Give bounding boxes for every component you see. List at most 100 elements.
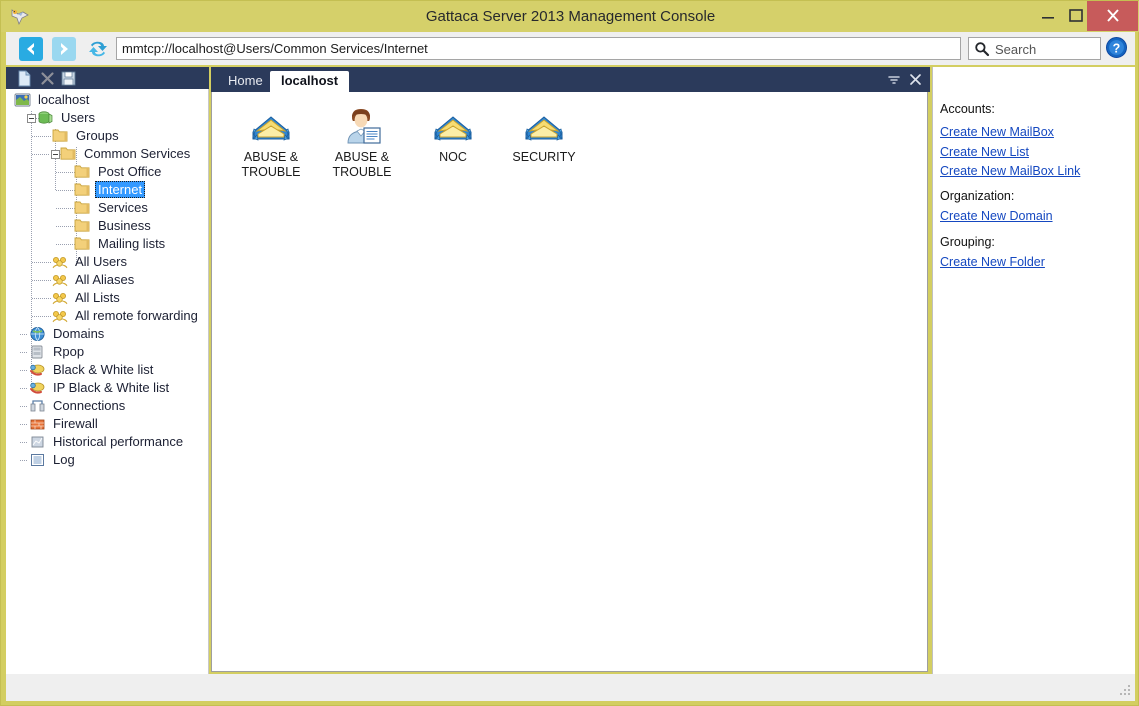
tree-connector	[20, 388, 28, 389]
tree-item-label: Common Services	[81, 145, 193, 162]
svg-text:?: ?	[1113, 41, 1121, 55]
tree-item-label: Domains	[50, 325, 107, 342]
actions-group-accounts-title: Accounts:	[940, 102, 995, 116]
tree-item-services[interactable]: Services	[74, 199, 151, 217]
mailbox-user-icon	[340, 106, 384, 146]
group-users-icon	[51, 254, 69, 271]
refresh-icon[interactable]	[85, 36, 111, 62]
tree-item-business[interactable]: Business	[74, 217, 154, 235]
globe-icon	[29, 326, 47, 343]
tree-connector	[20, 334, 28, 335]
folder-icon	[74, 164, 92, 181]
performance-chart-icon	[29, 434, 47, 451]
tree-item-domains[interactable]: Domains	[29, 325, 107, 343]
tree-item-groups[interactable]: Groups	[52, 127, 122, 145]
tree-item-label: Firewall	[50, 415, 101, 432]
tree-item-mailing-lists[interactable]: Mailing lists	[74, 235, 168, 253]
actions-group-grouping-title: Grouping:	[940, 235, 995, 249]
tab-home[interactable]: Home	[217, 71, 274, 92]
tree-item-label: Historical performance	[50, 433, 186, 450]
group-users-icon	[51, 272, 69, 289]
save-disk-icon[interactable]	[60, 70, 77, 87]
tree-connector	[56, 208, 75, 209]
create-new-mailbox-link-link[interactable]: Create New MailBox Link	[940, 164, 1080, 178]
tree-item-ip-black-white-list[interactable]: IP Black & White list	[29, 379, 172, 397]
tree-connector	[20, 370, 28, 371]
folder-icon	[52, 128, 70, 145]
create-new-folder-link[interactable]: Create New Folder	[940, 255, 1045, 269]
tree-item-label: Business	[95, 217, 154, 234]
list-item[interactable]: ABUSE & TROUBLE	[226, 106, 316, 180]
tree-connector	[56, 244, 75, 245]
list-item-label: ABUSE & TROUBLE	[317, 150, 407, 180]
close-button[interactable]	[1087, 1, 1138, 31]
help-question-icon[interactable]: ?	[1105, 36, 1128, 59]
content-area[interactable]: ABUSE & TROUBLE ABUSE & TROUBLE	[211, 92, 928, 672]
tree-connector	[56, 226, 75, 227]
tree-item-label: Services	[95, 199, 151, 216]
folder-icon	[74, 182, 92, 199]
group-users-icon	[51, 308, 69, 325]
tree-expander-users[interactable]	[27, 114, 36, 123]
back-arrow-icon[interactable]	[18, 36, 44, 62]
tree-item-historical-performance[interactable]: Historical performance	[29, 433, 186, 451]
tab-list-chevron-icon[interactable]	[886, 72, 902, 88]
tab-localhost[interactable]: localhost	[270, 71, 349, 92]
tree-item-rpop[interactable]: Rpop	[29, 343, 87, 361]
create-new-mailbox-link[interactable]: Create New MailBox	[940, 125, 1054, 139]
tree-item-post-office[interactable]: Post Office	[74, 163, 164, 181]
tree-connector	[32, 262, 52, 263]
resize-grip-icon[interactable]	[1118, 685, 1131, 698]
address-input[interactable]	[116, 37, 961, 60]
group-users-icon	[51, 290, 69, 307]
tree-item-black-white-list[interactable]: Black & White list	[29, 361, 156, 379]
tree-item-label: All Lists	[72, 289, 123, 306]
page-title: Gattaca Server 2013 Management Console	[1, 1, 1139, 32]
list-item[interactable]: NOC	[408, 106, 498, 165]
search-box[interactable]	[968, 37, 1101, 60]
tree-item-localhost[interactable]: localhost	[14, 91, 92, 109]
tree-item-label: localhost	[35, 91, 92, 108]
list-item[interactable]: ABUSE & TROUBLE	[317, 106, 407, 180]
tree-item-firewall[interactable]: Firewall	[29, 415, 101, 433]
tree-item-label: Users	[58, 109, 98, 126]
tree-item-all-lists[interactable]: All Lists	[51, 289, 123, 307]
mailbox-link-icon	[522, 106, 566, 146]
tree-item-all-users[interactable]: All Users	[51, 253, 130, 271]
tree-connector	[20, 424, 28, 425]
tree-connector	[32, 280, 52, 281]
list-item[interactable]: SECURITY	[499, 106, 589, 165]
navigation-tree[interactable]: localhost Users	[6, 89, 209, 674]
connections-icon	[29, 398, 47, 415]
new-document-icon[interactable]	[16, 70, 33, 87]
tree-item-all-remote-forwarding[interactable]: All remote forwarding	[51, 307, 201, 325]
list-item-label: SECURITY	[499, 150, 589, 165]
tree-connector	[32, 316, 52, 317]
tree-item-internet[interactable]: Internet	[74, 181, 145, 199]
tree-connector	[56, 190, 75, 191]
create-new-domain-link[interactable]: Create New Domain	[940, 209, 1053, 223]
tree-connector	[20, 406, 28, 407]
tree-item-connections[interactable]: Connections	[29, 397, 128, 415]
tree-connector	[20, 352, 28, 353]
create-new-list-link[interactable]: Create New List	[940, 145, 1029, 159]
server-rack-icon	[29, 344, 47, 361]
tree-item-label: IP Black & White list	[50, 379, 172, 396]
delete-x-icon[interactable]	[39, 70, 56, 87]
forward-arrow-icon[interactable]	[51, 36, 77, 62]
tree-item-common-services[interactable]: Common Services	[60, 145, 193, 163]
search-input[interactable]	[993, 38, 1101, 61]
tree-connector	[32, 154, 50, 155]
tree-expander-common-services[interactable]	[51, 150, 60, 159]
application-window: Gattaca Server 2013 Management Console	[0, 0, 1139, 706]
tree-item-log[interactable]: Log	[29, 451, 78, 469]
tree-item-users[interactable]: Users	[37, 109, 98, 127]
tab-close-x-icon[interactable]	[907, 71, 924, 88]
tree-connector	[20, 460, 28, 461]
tree-connector	[56, 172, 75, 173]
tree-item-label: All remote forwarding	[72, 307, 201, 324]
tree-connector	[32, 298, 52, 299]
tree-item-all-aliases[interactable]: All Aliases	[51, 271, 137, 289]
tree-item-label: Log	[50, 451, 78, 468]
list-filter-icon	[29, 362, 47, 379]
